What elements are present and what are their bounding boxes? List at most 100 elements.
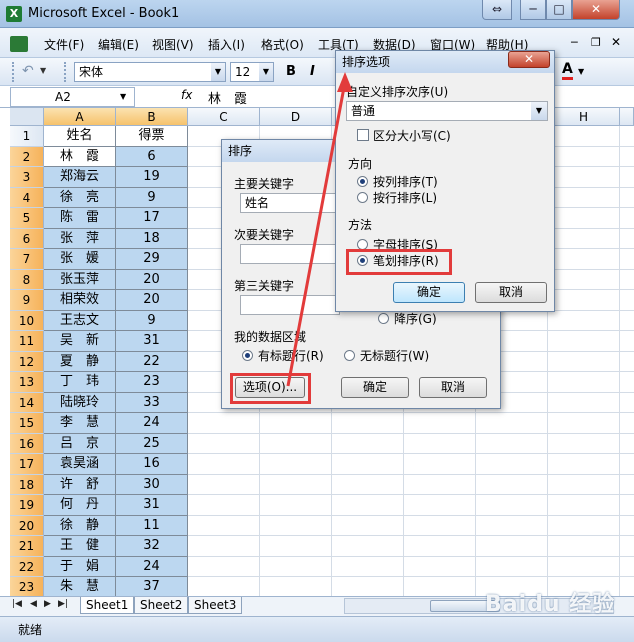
- cell-score[interactable]: 17: [116, 208, 188, 229]
- row-header[interactable]: 3: [10, 167, 44, 188]
- prev-sheet-icon[interactable]: ◀: [30, 599, 37, 609]
- row-header[interactable]: 19: [10, 495, 44, 516]
- select-all-corner[interactable]: [10, 108, 44, 126]
- cell-score[interactable]: 30: [116, 474, 188, 495]
- menu-view[interactable]: 视图(V): [152, 36, 194, 53]
- next-sheet-icon[interactable]: ▶: [44, 599, 51, 609]
- sheet-tab-1[interactable]: Sheet1: [80, 597, 135, 614]
- chevron-down-icon[interactable]: ▼: [531, 102, 547, 120]
- workbook-close-icon[interactable]: ✕: [611, 35, 621, 49]
- cell-name[interactable]: 于 娟: [44, 556, 116, 577]
- cell-score[interactable]: 6: [116, 146, 188, 167]
- column-header-b[interactable]: B: [116, 108, 188, 126]
- sheet-tab-2[interactable]: Sheet2: [134, 597, 189, 614]
- cell-score[interactable]: 20: [116, 290, 188, 311]
- menu-insert[interactable]: 插入(I): [208, 36, 245, 53]
- cell-name[interactable]: 朱 慧: [44, 577, 116, 598]
- formula-input[interactable]: 林 霞: [208, 88, 247, 107]
- third-key-select[interactable]: [240, 295, 340, 315]
- row-header[interactable]: 12: [10, 351, 44, 372]
- close-button[interactable]: ✕: [572, 0, 620, 20]
- row-header[interactable]: 23: [10, 577, 44, 598]
- workbook-minimize-icon[interactable]: ─: [571, 36, 578, 49]
- row-header[interactable]: 16: [10, 433, 44, 454]
- cell-name[interactable]: 丁 玮: [44, 372, 116, 393]
- cell-score[interactable]: 24: [116, 556, 188, 577]
- cell-name[interactable]: 林 霞: [44, 146, 116, 167]
- cell-score[interactable]: 23: [116, 372, 188, 393]
- row-header[interactable]: 10: [10, 310, 44, 331]
- custom-order-select[interactable]: 普通: [346, 101, 548, 121]
- font-size-select[interactable]: 12 ▼: [230, 62, 274, 82]
- cell-score[interactable]: 9: [116, 310, 188, 331]
- undo-dropdown-icon[interactable]: ▼: [40, 66, 46, 75]
- restore-down-icon[interactable]: ⇔: [482, 0, 512, 20]
- menu-file[interactable]: 文件(F): [44, 36, 84, 53]
- menu-format[interactable]: 格式(O): [261, 36, 304, 53]
- row-header[interactable]: 13: [10, 372, 44, 393]
- cell-name[interactable]: 李 慧: [44, 413, 116, 434]
- cell-score[interactable]: 16: [116, 454, 188, 475]
- sort-cancel-button[interactable]: 取消: [419, 377, 487, 398]
- cell-name[interactable]: 许 舒: [44, 474, 116, 495]
- undo-icon[interactable]: ↶: [22, 63, 34, 79]
- options-ok-button[interactable]: 确定: [393, 282, 465, 303]
- cell-score[interactable]: 19: [116, 167, 188, 188]
- row-header[interactable]: 8: [10, 269, 44, 290]
- cell-name[interactable]: 吴 新: [44, 331, 116, 352]
- no-header-radio[interactable]: [344, 350, 355, 361]
- cell-score[interactable]: 29: [116, 249, 188, 270]
- column-header-c[interactable]: C: [188, 108, 260, 126]
- case-sensitive-checkbox[interactable]: [357, 129, 369, 141]
- row-header[interactable]: 11: [10, 331, 44, 352]
- header-cell-score[interactable]: 得票: [116, 126, 188, 147]
- sheet-tab-3[interactable]: Sheet3: [188, 597, 243, 614]
- column-header-d[interactable]: D: [260, 108, 332, 126]
- maximize-button[interactable]: □: [546, 0, 572, 20]
- close-icon[interactable]: ✕: [508, 51, 550, 68]
- italic-icon[interactable]: I: [310, 64, 315, 79]
- cell-score[interactable]: 18: [116, 228, 188, 249]
- cell-name[interactable]: 王 健: [44, 536, 116, 557]
- cell-name[interactable]: 何 丹: [44, 495, 116, 516]
- primary-key-select[interactable]: 姓名: [240, 193, 340, 213]
- last-sheet-icon[interactable]: ▶|: [58, 599, 68, 609]
- chevron-down-icon[interactable]: ▼: [259, 63, 273, 81]
- cell-score[interactable]: 32: [116, 536, 188, 557]
- chevron-down-icon[interactable]: ▼: [120, 92, 126, 101]
- by-row-radio[interactable]: [357, 192, 368, 203]
- secondary-key-select[interactable]: [240, 244, 340, 264]
- has-header-radio[interactable]: [242, 350, 253, 361]
- row-header[interactable]: 1: [10, 126, 44, 147]
- sort-ok-button[interactable]: 确定: [341, 377, 409, 398]
- menu-edit[interactable]: 编辑(E): [98, 36, 139, 53]
- function-icon[interactable]: fx: [181, 88, 192, 102]
- toolbar-grip[interactable]: [12, 62, 17, 82]
- cell-name[interactable]: 相荣效: [44, 290, 116, 311]
- cell-score[interactable]: 37: [116, 577, 188, 598]
- row-header[interactable]: 7: [10, 249, 44, 270]
- third-descending-radio[interactable]: [378, 313, 389, 324]
- options-cancel-button[interactable]: 取消: [475, 282, 547, 303]
- row-header[interactable]: 20: [10, 515, 44, 536]
- cell-score[interactable]: 11: [116, 515, 188, 536]
- row-header[interactable]: 9: [10, 290, 44, 311]
- cell-score[interactable]: 31: [116, 495, 188, 516]
- cell-name[interactable]: 郑海云: [44, 167, 116, 188]
- cell-score[interactable]: 33: [116, 392, 188, 413]
- first-sheet-icon[interactable]: |◀: [12, 599, 22, 609]
- row-header[interactable]: 21: [10, 536, 44, 557]
- font-color-icon[interactable]: A: [562, 62, 573, 80]
- row-header[interactable]: 5: [10, 208, 44, 229]
- row-header[interactable]: 15: [10, 413, 44, 434]
- row-header[interactable]: 22: [10, 556, 44, 577]
- cell-name[interactable]: 陆晓玲: [44, 392, 116, 413]
- column-header-a[interactable]: A: [44, 108, 116, 126]
- row-header[interactable]: 14: [10, 392, 44, 413]
- minimize-button[interactable]: ─: [520, 0, 546, 20]
- font-name-select[interactable]: 宋体 ▼: [74, 62, 226, 82]
- cell-score[interactable]: 9: [116, 187, 188, 208]
- cell-name[interactable]: 袁昊涵: [44, 454, 116, 475]
- cell-score[interactable]: 25: [116, 433, 188, 454]
- cell-name[interactable]: 徐 亮: [44, 187, 116, 208]
